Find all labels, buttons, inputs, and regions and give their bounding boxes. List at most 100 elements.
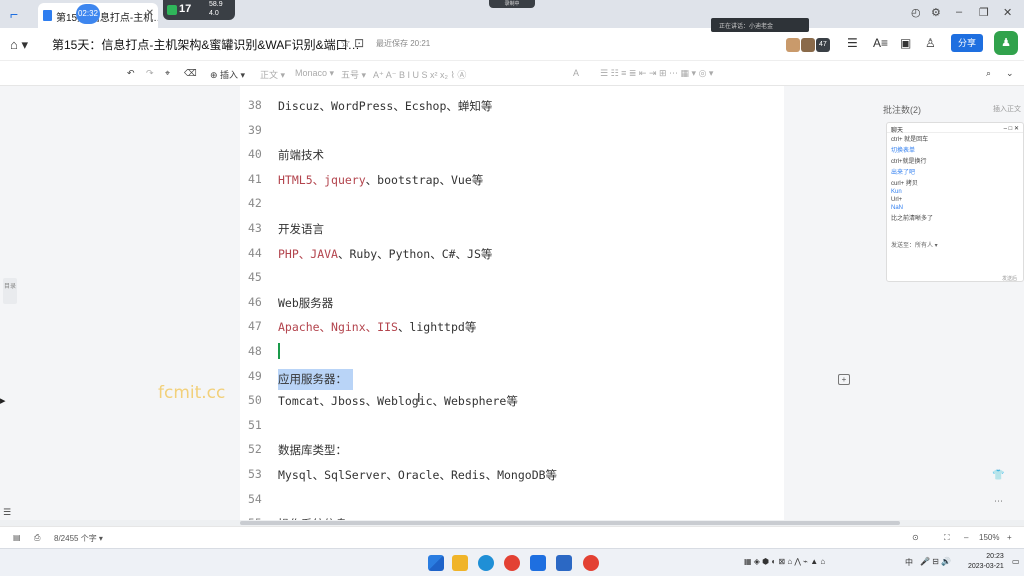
ime-indicator[interactable]: 中	[905, 557, 913, 568]
app-logo-icon[interactable]: ⌐	[10, 6, 28, 22]
code-line[interactable]: 50 Tomcat、Jboss、Weblogic、Websphere等	[240, 389, 784, 413]
text-format-icon[interactable]: A≡	[873, 36, 888, 50]
chat-message: Url+	[891, 197, 903, 203]
insert-into-text-link[interactable]: 插入正文	[993, 104, 1021, 114]
avatar	[801, 37, 815, 52]
docs-app-icon[interactable]	[530, 555, 546, 571]
add-comment-icon[interactable]: +	[838, 374, 850, 385]
code-line[interactable]: 51	[240, 414, 784, 438]
notification-icon[interactable]: ▭	[1012, 557, 1020, 566]
toc-toggle[interactable]: 目录	[3, 278, 17, 304]
fullscreen-icon[interactable]: ⛶	[944, 533, 950, 543]
code-line[interactable]: 52 数据库类型：	[240, 438, 784, 462]
code-line[interactable]: 46 Web服务器	[240, 291, 784, 315]
chrome-icon[interactable]	[583, 555, 599, 571]
close-tab-icon[interactable]: ✕	[146, 8, 154, 19]
search-icon[interactable]: ⌕	[986, 68, 991, 79]
check-icon	[167, 5, 177, 15]
close-window-button[interactable]: ✕	[1003, 6, 1012, 19]
collaborator-avatars[interactable]: 47	[786, 36, 830, 54]
chat-send-target[interactable]: 发送至：所有人 ▾	[891, 240, 938, 249]
code-line[interactable]: 42	[240, 192, 784, 216]
tray-icons[interactable]: ▦ ◈ ⬢ ◐ ⊠ ⌂ ⋀ ⌁ ▲ ⌂	[744, 557, 825, 566]
clear-format-icon[interactable]: ⌫	[184, 68, 197, 79]
meter-value: 17	[179, 3, 192, 15]
undo-icon[interactable]: ↶	[127, 68, 135, 79]
line-text-red: PHP、JAVA	[278, 246, 338, 261]
format-painter-icon[interactable]: ⌖	[165, 68, 170, 79]
font-select[interactable]: Monaco ▾	[295, 68, 334, 79]
insert-menu[interactable]: ⊕ 插入 ▾	[210, 68, 245, 81]
settings-icon[interactable]: ⚙	[931, 6, 941, 19]
chevron-down-icon[interactable]: ⌄	[1006, 68, 1014, 79]
start-icon[interactable]	[428, 555, 444, 571]
system-tray-icons[interactable]: 🎤 ⊟ 🔊	[920, 557, 951, 566]
code-line[interactable]: 49 应用服务器：	[240, 365, 784, 390]
zoom-in-button[interactable]: +	[1007, 533, 1012, 542]
redo-icon[interactable]: ↷	[146, 68, 154, 79]
code-line[interactable]: 47 Apache、Nginx、IIS、lighttpd等	[240, 315, 784, 339]
paragraph-icons[interactable]: ☰ ☷ ≡ ≣ ⇤ ⇥ ⊞ ⋯ ▦ ▾ ◎ ▾	[600, 68, 713, 79]
meeting-app-icon[interactable]	[556, 555, 572, 571]
watermark: fcmit.cc	[158, 383, 226, 403]
chat-message: Kun	[891, 189, 902, 195]
edge-icon[interactable]	[478, 555, 494, 571]
meeting-timer[interactable]: 02:32	[76, 4, 100, 24]
user-icon[interactable]: ♟	[994, 31, 1018, 55]
editor-toolbar: ↶ ↷ ⌖ ⌫ ⊕ 插入 ▾ 正文 ▾ Monaco ▾ 五号 ▾ A⁺ A⁻ …	[0, 60, 1024, 86]
code-line[interactable]: 43 开发语言	[240, 217, 784, 241]
mouse-pointer-icon: ▸	[0, 395, 6, 407]
chrome-icon[interactable]	[504, 555, 520, 571]
paragraph-style-select[interactable]: 正文 ▾	[260, 68, 285, 81]
chat-window-controls[interactable]: – □ ✕	[1004, 125, 1019, 132]
zoom-level[interactable]: 150%	[979, 533, 999, 542]
code-line[interactable]: 54	[240, 488, 784, 512]
list-icon[interactable]: ☰	[3, 507, 11, 518]
comment-panel: 批注数(2) 插入正文 聊天 – □ ✕ ctrl+ 就是回车 切换表单 ctrl+就…	[869, 86, 1024, 526]
code-line[interactable]: 48	[240, 340, 784, 364]
chat-message: NaN	[891, 205, 904, 211]
scrollbar-thumb[interactable]	[240, 521, 900, 525]
history-icon[interactable]: ◴	[911, 6, 921, 19]
chat-message: curl+ 拷贝	[891, 181, 918, 187]
line-text: Apache、Nginx、IIS、lighttpd等	[278, 319, 476, 335]
more-icon[interactable]: ⋯	[994, 496, 1003, 507]
word-count[interactable]: 8/2455 个字 ▾	[54, 533, 103, 544]
windows-taskbar: ▦ ◈ ⬢ ◐ ⊠ ⌂ ⋀ ⌁ ▲ ⌂ 中 🎤 ⊟ 🔊 20:23 2023-03…	[0, 548, 1024, 576]
line-text: Tomcat、Jboss、Weblogic、Websphere等	[278, 394, 518, 409]
line-number: 46	[248, 294, 262, 309]
menu-icon[interactable]: ☰	[847, 36, 858, 50]
document-page[interactable]: 38 Discuz、WordPress、Ecshop、蝉知等 39 40 前端技术 41 H…	[240, 86, 784, 526]
chat-window[interactable]: 聊天 – □ ✕ ctrl+ 就是回车 切换表单 ctrl+就是换行 出来了吧 curl+…	[886, 122, 1024, 282]
font-color-icon[interactable]: A	[573, 68, 579, 78]
present-icon[interactable]: ▣	[900, 36, 911, 50]
print-icon[interactable]: ⎙	[34, 533, 40, 543]
code-line[interactable]: 44 PHP、JAVA、Ruby、Python、C#、JS等	[240, 242, 784, 266]
code-line[interactable]: 41 HTML5、jquery、bootstrap、Vue等	[240, 168, 784, 192]
clock[interactable]: 20:23 2023-03-21	[968, 552, 1004, 572]
line-text-rest: 、bootstrap、Vue等	[365, 172, 484, 187]
font-size-select[interactable]: 五号 ▾	[341, 68, 366, 81]
code-line[interactable]: 40 前端技术	[240, 143, 784, 167]
outline-icon[interactable]: ▤	[13, 533, 21, 542]
code-line[interactable]: 38 Discuz、WordPress、Ecshop、蝉知等	[240, 94, 784, 118]
target-icon[interactable]: ⊙	[912, 533, 919, 542]
chat-message: ctrl+ 就是回车	[891, 137, 929, 143]
file-explorer-icon[interactable]	[452, 555, 468, 571]
minimize-button[interactable]: –	[956, 6, 962, 18]
line-number: 44	[248, 245, 262, 260]
line-number: 51	[248, 417, 262, 432]
code-line[interactable]: 53 Mysql、SqlServer、Oracle、Redis、MongoDB等	[240, 463, 784, 487]
star-icon[interactable]: ☆ ⊡	[340, 36, 364, 50]
code-line[interactable]: 45	[240, 266, 784, 290]
document-title[interactable]: 第15天：信息打点-主机架构&蜜罐识别&WAF识别&端口…	[52, 36, 360, 53]
shirt-icon[interactable]: 👕	[992, 470, 1004, 481]
line-number: 53	[248, 467, 262, 481]
home-icon[interactable]: ⌂ ▾	[10, 37, 28, 53]
format-icons[interactable]: A⁺ A⁻ B I U S x² x₂ ⌇ Ⓐ	[373, 68, 466, 81]
maximize-button[interactable]: ❐	[979, 6, 989, 19]
code-line[interactable]: 39	[240, 119, 784, 143]
share-button[interactable]: 分享	[951, 34, 983, 52]
zoom-out-button[interactable]: –	[964, 533, 968, 542]
add-collaborator-icon[interactable]: ♙	[925, 36, 936, 50]
